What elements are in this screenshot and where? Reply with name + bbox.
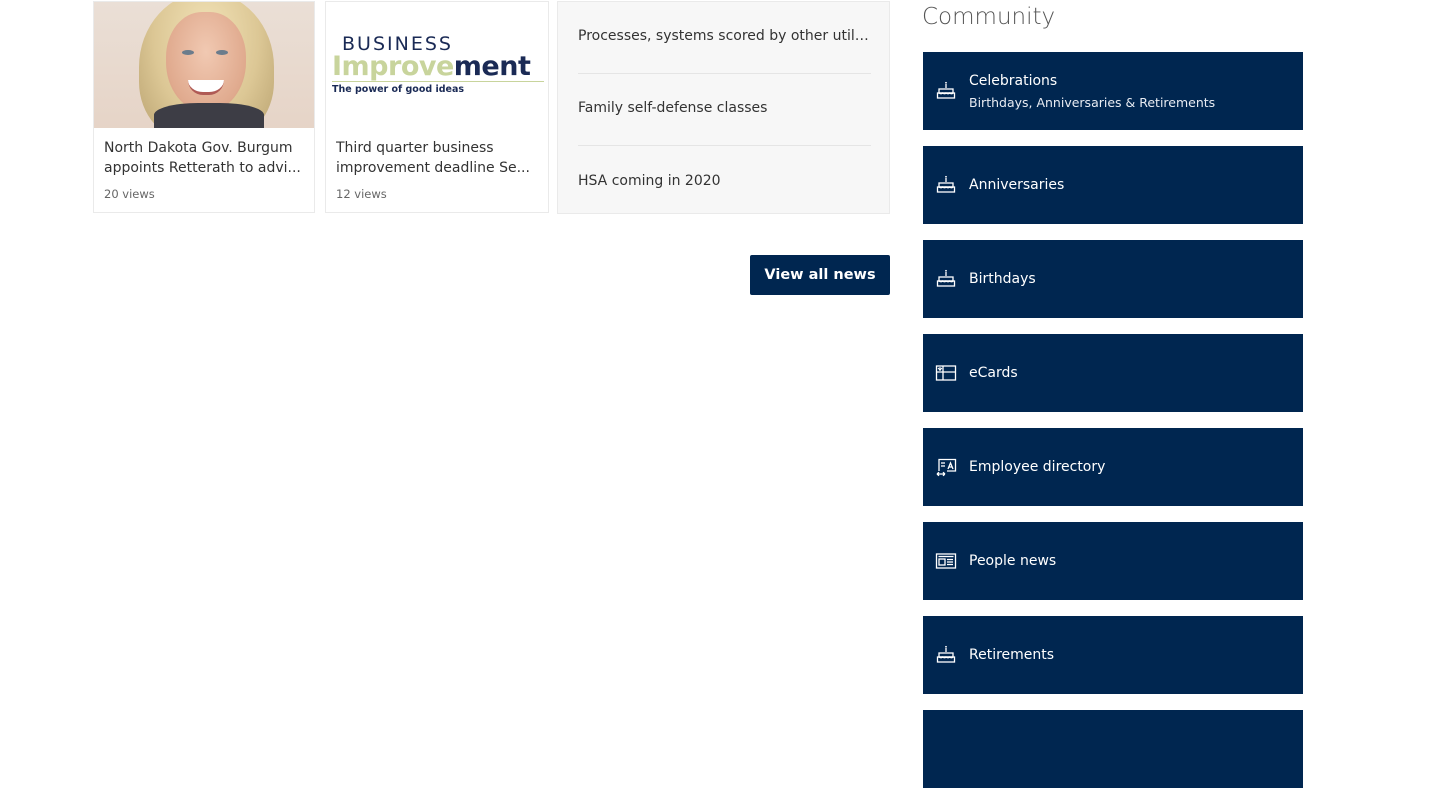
logo-tagline: The power of good ideas (332, 84, 465, 95)
business-improvement-logo: BUSINESS Improvement The power of good i… (332, 34, 544, 95)
news-thumbnail[interactable]: BUSINESS Improvement The power of good i… (326, 2, 548, 128)
divider (578, 145, 871, 146)
tile-sublabel: Birthdays, Anniversaries & Retirements (969, 95, 1216, 110)
news-title-line: North Dakota Gov. Burgum (104, 140, 293, 156)
ecard-icon (935, 365, 957, 381)
community-tile-ecards[interactable]: eCards (923, 334, 1303, 412)
cake-icon (936, 81, 956, 99)
news-list-title: Family self-defense classes (578, 100, 768, 116)
contact-card-icon (936, 458, 957, 477)
news-list-item[interactable]: Family self-defense classes (578, 74, 871, 146)
cake-icon (936, 269, 956, 287)
view-all-news-button[interactable]: View all news (750, 255, 890, 295)
news-card[interactable]: BUSINESS Improvement The power of good i… (325, 1, 549, 213)
tile-label: eCards (969, 365, 1018, 381)
cake-icon (936, 645, 956, 663)
news-title-line: appoints Retterath to advi... (104, 160, 301, 176)
section-title: Community (922, 4, 1056, 30)
news-card[interactable]: North Dakota Gov. Burgum appoints Retter… (93, 1, 315, 213)
logo-line: Improvement (332, 51, 544, 82)
community-tile-retirements[interactable]: Retirements (923, 616, 1303, 694)
tile-label: People news (969, 553, 1057, 569)
news-list-item[interactable]: HSA coming in 2020 (578, 147, 871, 219)
logo-word: ment (453, 51, 531, 82)
logo-word: Improve (332, 51, 454, 82)
cake-icon (936, 175, 956, 193)
community-tile-people-news[interactable]: People news (923, 522, 1303, 600)
news-thumbnail[interactable] (94, 2, 314, 128)
community-tile-employee-directory[interactable]: Employee directory (923, 428, 1303, 506)
news-title[interactable]: North Dakota Gov. Burgum appoints Retter… (104, 138, 306, 178)
news-title-line: improvement deadline Se... (336, 160, 530, 176)
community-tile-birthdays[interactable]: Birthdays (923, 240, 1303, 318)
news-title-line: Third quarter business (336, 140, 494, 156)
community-tile-partial[interactable] (923, 710, 1303, 788)
tile-label: Retirements (969, 647, 1055, 663)
news-list-title: Processes, systems scored by other utili… (578, 28, 871, 44)
community-tile-celebrations[interactable]: Celebrations Birthdays, Anniversaries & … (923, 52, 1303, 130)
tile-label: Birthdays (969, 271, 1036, 287)
view-count: 12 views (336, 187, 387, 201)
portrait-photo (94, 2, 314, 128)
community-tile-anniversaries[interactable]: Anniversaries (923, 146, 1303, 224)
tile-label: Anniversaries (969, 177, 1065, 193)
tile-label: Celebrations (969, 73, 1058, 89)
news-list: Processes, systems scored by other utili… (557, 1, 890, 214)
news-list-item[interactable]: Processes, systems scored by other utili… (578, 2, 871, 74)
news-list-title: HSA coming in 2020 (578, 173, 721, 189)
tile-label: Employee directory (969, 459, 1106, 475)
view-count: 20 views (104, 187, 155, 201)
news-title[interactable]: Third quarter business improvement deadl… (336, 138, 540, 178)
newspaper-icon (935, 553, 957, 569)
